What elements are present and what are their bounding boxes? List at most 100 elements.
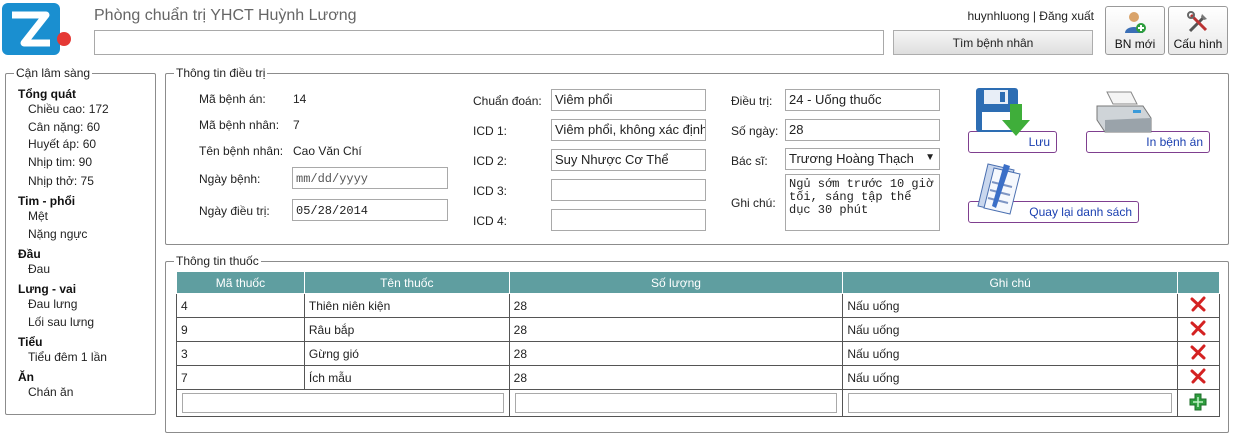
user-area: huynhluong | Đăng xuất: [960, 9, 1094, 23]
search-input[interactable]: [94, 30, 884, 55]
days-input[interactable]: 28: [785, 119, 940, 141]
delete-x-icon[interactable]: [1190, 320, 1206, 336]
column-header-code: Mã thuốc: [176, 271, 305, 294]
cell-name: Gừng gió: [303, 341, 510, 366]
doctor-select[interactable]: Trương Hoàng Thạch ▼: [785, 148, 940, 170]
patient-name-value: Cao Văn Chí: [293, 144, 362, 158]
category-urine: Tiểu: [18, 335, 43, 349]
treatment-legend: Thông tin điều trị: [174, 66, 268, 80]
medicine-table: Mã thuốc Tên thuốc Số lượng Ghi chú 4 Th…: [176, 271, 1221, 417]
column-header-actions: [1176, 271, 1221, 294]
new-medicine-note-input[interactable]: [848, 393, 1172, 413]
new-patient-button[interactable]: BN mới: [1105, 6, 1165, 55]
new-name-cell: [176, 389, 510, 417]
diagnosis-label: Chuẩn đoán:: [473, 94, 542, 108]
delete-cell: [1176, 293, 1221, 318]
table-row: 7 Ích mẫu 28 Nấu uống: [176, 365, 1221, 390]
icd3-input[interactable]: [551, 179, 706, 201]
printer-icon: [1096, 91, 1152, 133]
icd4-label: ICD 4:: [473, 214, 508, 228]
clinical-item: Nhịp tim: 90: [28, 155, 93, 169]
cell-name: Ích mẫu: [303, 365, 510, 390]
config-label: Cấu hình: [1173, 37, 1223, 51]
delete-cell: [1176, 341, 1221, 366]
username: huynhluong: [967, 9, 1030, 23]
config-button[interactable]: Cấu hình: [1168, 6, 1228, 55]
clinical-item: Cân nặng: 60: [28, 120, 101, 134]
table-header-row: Mã thuốc Tên thuốc Số lượng Ghi chú: [176, 271, 1221, 294]
clinical-item: Nặng ngực: [28, 227, 88, 241]
table-row: 4 Thiên niên kiện 28 Nấu uống: [176, 293, 1221, 318]
cell-note: Nấu uống: [842, 341, 1178, 366]
diagnosis-input[interactable]: Viêm phổi: [551, 89, 706, 111]
doctor-selected-value: Trương Hoàng Thạch: [789, 151, 914, 166]
cell-qty: 28: [508, 365, 844, 390]
cell-qty: 28: [508, 293, 844, 318]
patient-id-label: Mã bệnh nhân:: [199, 118, 280, 132]
cell-code: 3: [176, 341, 305, 366]
sick-date-input[interactable]: mm/dd/yyyy: [292, 167, 448, 189]
new-qty-cell: [508, 389, 844, 417]
new-medicine-row: [176, 389, 1221, 417]
add-plus-icon[interactable]: [1189, 393, 1207, 411]
icd3-label: ICD 3:: [473, 184, 508, 198]
medicine-legend: Thông tin thuốc: [174, 254, 261, 268]
icd2-label: ICD 2:: [473, 154, 508, 168]
patient-name-label: Tên bệnh nhân:: [199, 144, 284, 158]
cell-name: Thiên niên kiện: [303, 293, 510, 318]
cell-code: 7: [176, 365, 305, 390]
delete-x-icon[interactable]: [1190, 344, 1206, 360]
note-textarea[interactable]: Ngủ sớm trước 10 giờ tối, sáng tập thể d…: [785, 174, 940, 231]
icd1-input[interactable]: Viêm phổi, không xác định: [551, 119, 706, 141]
new-medicine-qty-input[interactable]: [514, 393, 838, 413]
delete-x-icon[interactable]: [1190, 296, 1206, 312]
clinical-item: Đau: [28, 262, 51, 276]
clinical-item: Chiều cao: 172: [28, 102, 109, 116]
table-row: 9 Râu bắp 28 Nấu uống: [176, 317, 1221, 342]
new-note-cell: [842, 389, 1178, 417]
category-general: Tổng quát: [18, 87, 76, 101]
clinical-item: Mệt: [28, 209, 49, 223]
delete-cell: [1176, 365, 1221, 390]
logout-link[interactable]: Đăng xuất: [1039, 9, 1094, 23]
tools-icon: [1187, 11, 1208, 33]
search-patient-button[interactable]: Tìm bệnh nhân: [893, 30, 1093, 55]
treatment-panel: Thông tin điều trị Mã bệnh án: 14 Mã bện…: [165, 66, 1229, 245]
document-list-icon: [977, 163, 1021, 215]
add-cell: [1176, 389, 1221, 417]
clinical-item: Tiểu đêm 1 lần: [28, 350, 107, 364]
category-head: Đầu: [18, 247, 41, 261]
column-header-qty: Số lượng: [508, 271, 844, 294]
category-heart-lung: Tim - phổi: [18, 194, 76, 208]
user-separator: |: [1029, 9, 1040, 23]
patient-id-value: 7: [293, 118, 300, 132]
cell-name: Râu bắp: [303, 317, 510, 342]
category-back-shoulder: Lưng - vai: [18, 282, 77, 296]
icd2-input[interactable]: Suy Nhược Cơ Thể: [551, 149, 706, 171]
cell-note: Nấu uống: [842, 317, 1178, 342]
column-header-name: Tên thuốc: [303, 271, 510, 294]
delete-x-icon[interactable]: [1190, 368, 1206, 384]
cell-qty: 28: [508, 317, 844, 342]
doctor-label: Bác sĩ:: [731, 154, 768, 168]
new-medicine-name-input[interactable]: [182, 393, 504, 413]
record-id-label: Mã bệnh án:: [199, 92, 266, 106]
treat-date-label: Ngày điều trị:: [199, 204, 270, 218]
icd1-label: ICD 1:: [473, 124, 508, 138]
therapy-input[interactable]: 24 - Uống thuốc: [785, 89, 940, 111]
cell-code: 9: [176, 317, 305, 342]
therapy-label: Điều trị:: [731, 94, 773, 108]
sick-date-label: Ngày bệnh:: [199, 172, 261, 186]
clinical-panel: Cận lâm sàng Tổng quát Chiều cao: 172 Câ…: [5, 66, 156, 415]
clinical-item: Lối sau lưng: [28, 315, 95, 329]
treat-date-input[interactable]: 05/28/2014: [292, 199, 448, 221]
note-label: Ghi chú:: [731, 196, 776, 210]
delete-cell: [1176, 317, 1221, 342]
record-id-value: 14: [293, 92, 307, 106]
days-label: Số ngày:: [731, 124, 779, 138]
floppy-save-icon: [976, 88, 1030, 136]
icd4-input[interactable]: [551, 209, 706, 231]
category-eating: Ăn: [18, 370, 34, 384]
table-row: 3 Gừng gió 28 Nấu uống: [176, 341, 1221, 366]
cell-note: Nấu uống: [842, 293, 1178, 318]
